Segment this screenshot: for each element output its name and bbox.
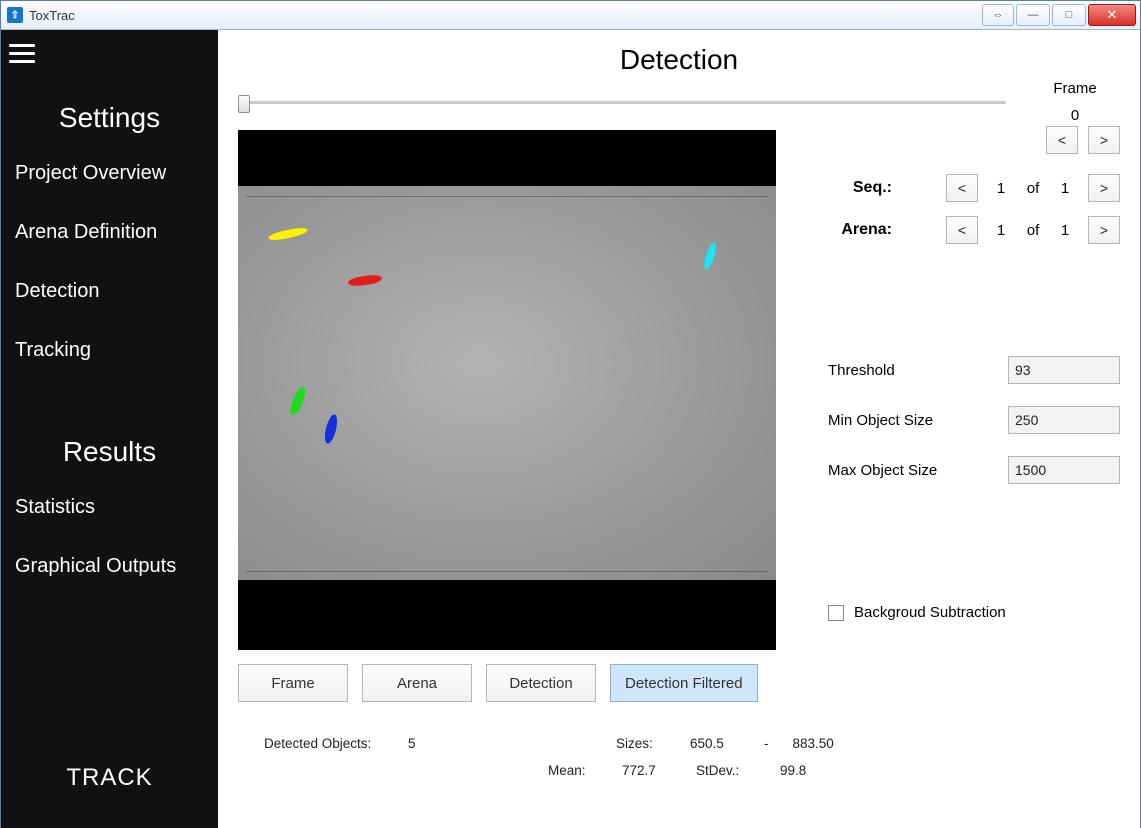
arena-total: 1 [1056, 222, 1074, 239]
sidebar-item-graphical-outputs[interactable]: Graphical Outputs [1, 537, 218, 596]
mean-label: Mean: [548, 763, 598, 778]
stdev-value: 99.8 [780, 763, 830, 778]
tab-arena[interactable]: Arena [362, 664, 472, 702]
frame-label: Frame [1030, 80, 1120, 97]
page-title: Detection [238, 44, 1120, 76]
sizes-min: 650.5 [690, 736, 740, 751]
video-preview [238, 130, 776, 650]
seq-label: Seq.: [828, 179, 892, 197]
frame-slider[interactable] [238, 92, 1010, 112]
frame-prev-button[interactable]: < [1046, 126, 1078, 154]
max-size-spinner[interactable]: ▲ ▼ [1008, 456, 1120, 484]
seq-total: 1 [1056, 180, 1074, 197]
sizes-dash: - [764, 736, 769, 751]
arena-next-button[interactable]: > [1088, 216, 1120, 244]
sidebar-item-detection[interactable]: Detection [1, 262, 218, 321]
seq-next-button[interactable]: > [1088, 174, 1120, 202]
detection-stats: Detected Objects: 5 Sizes: 650.5 - 883.5… [238, 736, 1120, 778]
window-maximize-button[interactable]: □ [1052, 4, 1086, 26]
detected-object-2 [348, 274, 383, 288]
app-window: ⇧ ToxTrac ⇔ — □ ✕ Settings Project Overv… [0, 0, 1141, 828]
menu-icon[interactable] [9, 38, 43, 68]
stdev-label: StDev.: [696, 763, 756, 778]
arena-image [238, 186, 776, 580]
threshold-label: Threshold [828, 362, 1008, 379]
tab-frame[interactable]: Frame [238, 664, 348, 702]
frame-slider-thumb[interactable] [238, 95, 250, 113]
detected-objects-count: 5 [408, 736, 458, 751]
sidebar: Settings Project Overview Arena Definiti… [1, 30, 218, 828]
titlebar: ⇧ ToxTrac ⇔ — □ ✕ [1, 1, 1140, 30]
app-icon: ⇧ [7, 7, 23, 23]
window-close-button[interactable]: ✕ [1088, 4, 1136, 26]
sizes-max: 883.50 [793, 736, 843, 751]
sizes-label: Sizes: [616, 736, 666, 751]
arena-prev-button[interactable]: < [946, 216, 978, 244]
detected-object-3 [288, 385, 309, 417]
sidebar-item-arena-definition[interactable]: Arena Definition [1, 203, 218, 262]
min-size-label: Min Object Size [828, 412, 1008, 429]
seq-prev-button[interactable]: < [946, 174, 978, 202]
sidebar-heading-settings: Settings [1, 102, 218, 134]
max-size-input[interactable] [1009, 457, 1141, 483]
app-title: ToxTrac [29, 8, 75, 23]
detected-object-4 [323, 413, 340, 445]
bg-subtraction-checkbox[interactable] [828, 605, 844, 621]
mean-value: 772.7 [622, 763, 672, 778]
arena-of: of [1024, 222, 1042, 239]
sidebar-heading-results: Results [1, 436, 218, 468]
frame-value: 0 [1030, 107, 1120, 124]
frame-next-button[interactable]: > [1088, 126, 1120, 154]
seq-of: of [1024, 180, 1042, 197]
sidebar-item-statistics[interactable]: Statistics [1, 478, 218, 537]
sidebar-item-tracking[interactable]: Tracking [1, 321, 218, 380]
threshold-spinner[interactable]: ▲ ▼ [1008, 356, 1120, 384]
window-expand-button[interactable]: ⇔ [982, 4, 1014, 26]
detected-objects-label: Detected Objects: [264, 736, 384, 751]
bg-subtraction-label: Backgroud Subtraction [854, 604, 1006, 621]
arena-label: Arena: [828, 221, 892, 239]
max-size-label: Max Object Size [828, 462, 1008, 479]
tab-detection-filtered[interactable]: Detection Filtered [610, 664, 758, 702]
sidebar-item-project-overview[interactable]: Project Overview [1, 144, 218, 203]
threshold-input[interactable] [1009, 357, 1141, 383]
track-button[interactable]: TRACK [1, 734, 218, 828]
min-size-spinner[interactable]: ▲ ▼ [1008, 406, 1120, 434]
detected-object-5 [702, 241, 718, 270]
window-minimize-button[interactable]: — [1016, 4, 1050, 26]
min-size-input[interactable] [1009, 407, 1141, 433]
arena-index: 1 [992, 222, 1010, 239]
main-panel: Detection Frame 0 [218, 30, 1140, 828]
detected-object-1 [268, 226, 309, 242]
tab-detection[interactable]: Detection [486, 664, 596, 702]
seq-index: 1 [992, 180, 1010, 197]
